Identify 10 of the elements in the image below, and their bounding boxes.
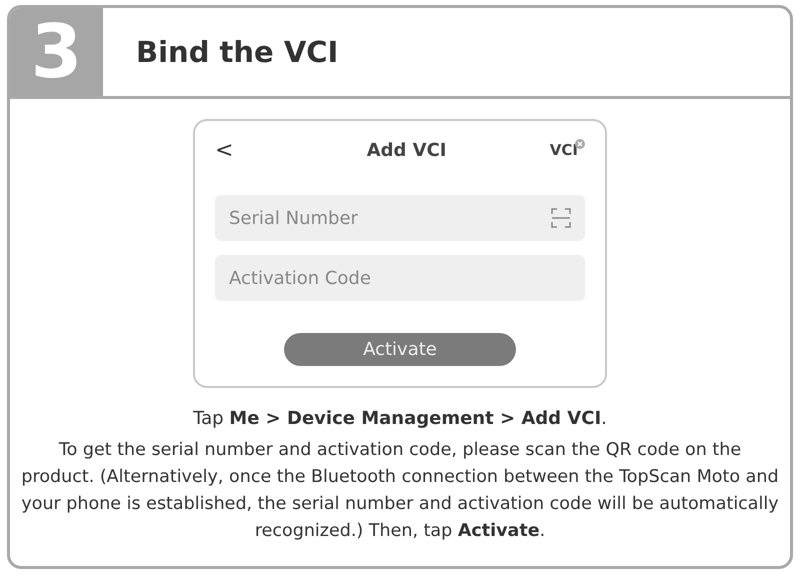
description-text: To get the serial number and activation code, please scan the QR code on the product. (Alternatively, once the Bluetooth connection between the TopScan Moto and your phone is established, the serial number and activation code will be automatically recognized.) Then, tap Activate. <box>20 439 780 543</box>
screen-title: Add VCI <box>366 140 447 160</box>
input-field[interactable]: Activation Code <box>215 255 585 301</box>
step-number: 3 <box>10 8 103 96</box>
activate-button[interactable]: Activate <box>284 333 516 366</box>
step-title: Bind the VCI <box>136 35 338 69</box>
back-button[interactable]: < <box>215 138 234 162</box>
scan-icon[interactable] <box>551 208 571 228</box>
instruction-text: Tap Me > Device Management > Add VCI. <box>193 408 607 429</box>
input-field[interactable]: Serial Number <box>215 195 585 241</box>
